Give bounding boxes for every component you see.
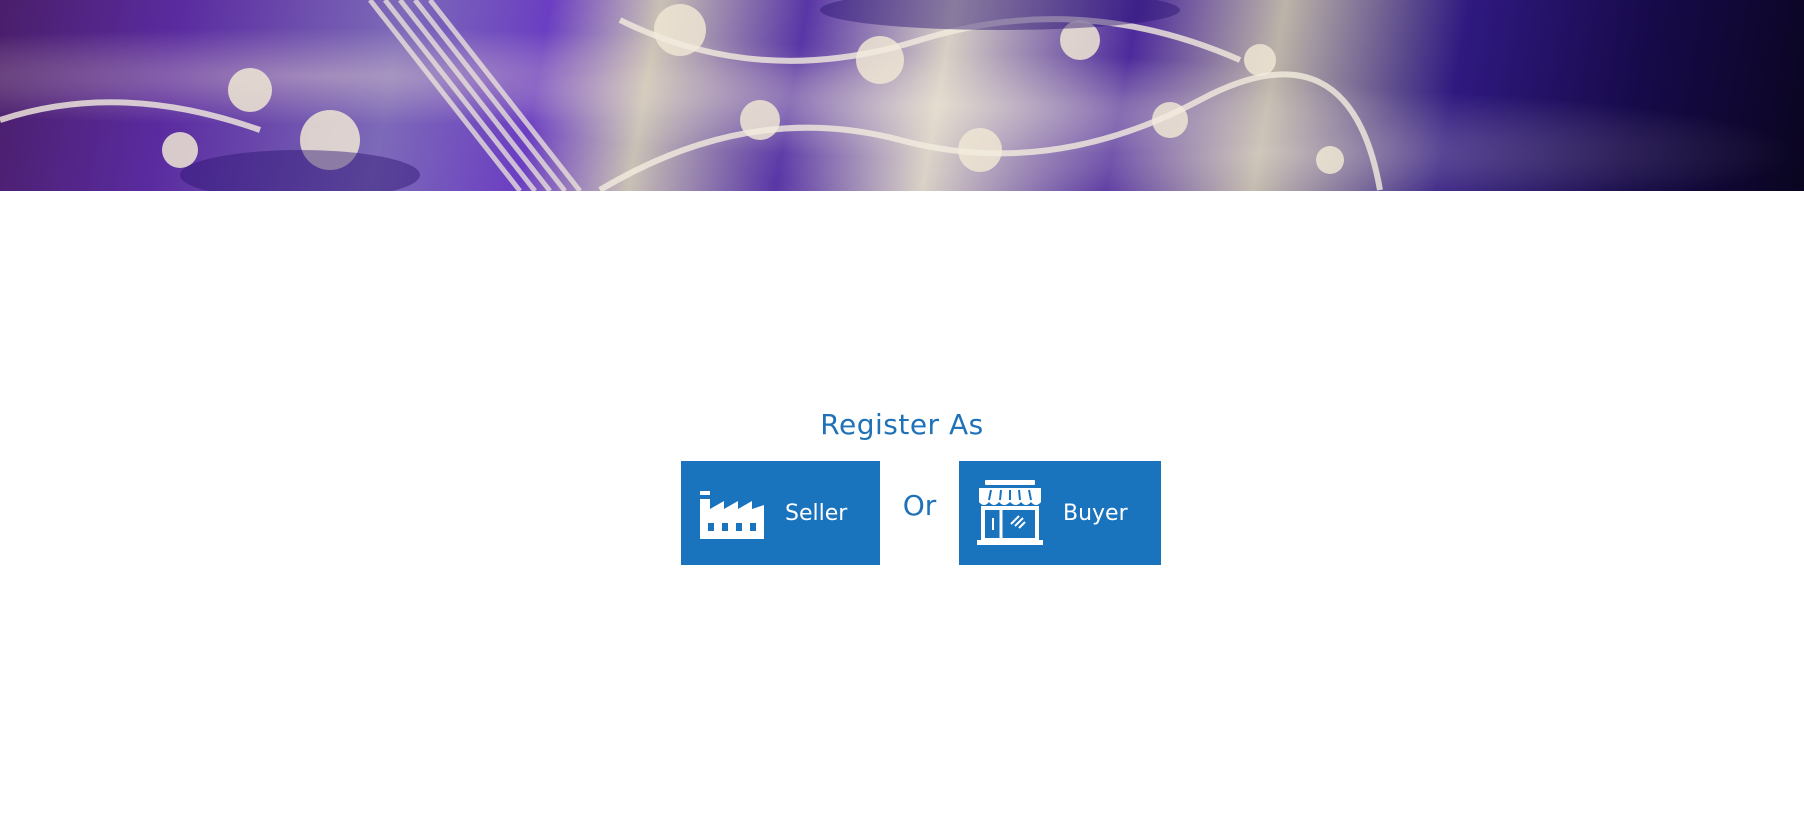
hero-banner [0, 0, 1804, 191]
seller-label: Seller [785, 500, 848, 526]
storefront-icon [977, 480, 1043, 546]
seller-button[interactable]: Seller [681, 461, 880, 565]
buyer-button[interactable]: Buyer [959, 461, 1161, 565]
factory-icon [699, 480, 765, 546]
register-title: Register As [820, 408, 984, 441]
register-section: Register As Seller Or Buyer [0, 400, 1804, 600]
fabric-pattern-image [0, 0, 1383, 191]
buyer-label: Buyer [1063, 500, 1128, 526]
or-separator: Or [902, 489, 937, 522]
